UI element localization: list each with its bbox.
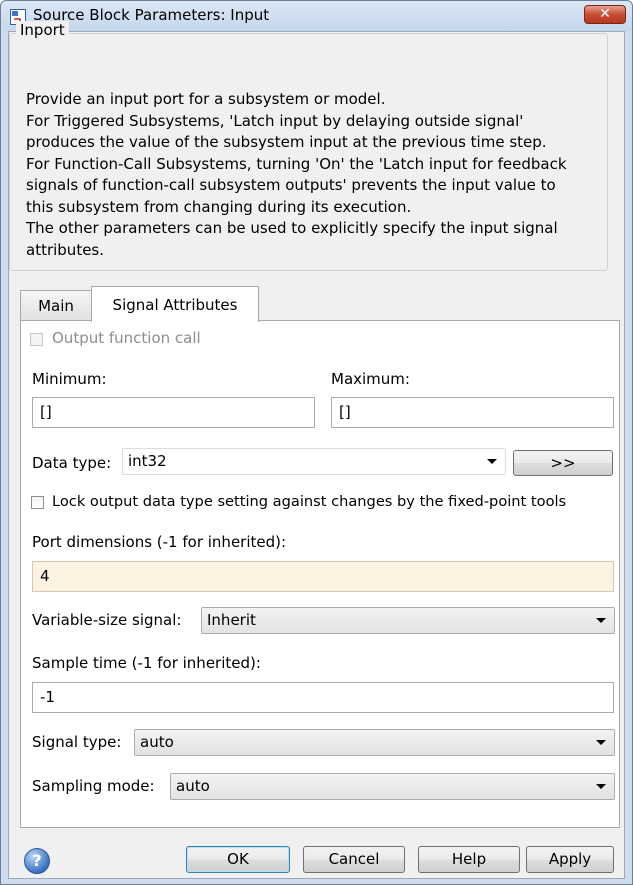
signal-type-dropdown[interactable]: auto (134, 729, 615, 756)
title-bar[interactable]: Source Block Parameters: Input ✕ (1, 1, 632, 31)
ok-button[interactable]: OK (186, 846, 290, 873)
output-function-call-checkbox[interactable] (30, 333, 43, 346)
data-type-dropdown[interactable]: int32 (122, 448, 506, 475)
variable-size-dropdown[interactable]: Inherit (201, 607, 615, 634)
output-function-call-label: Output function call (52, 329, 201, 347)
apply-button[interactable]: Apply (526, 846, 614, 873)
signal-type-value: auto (140, 733, 174, 751)
chevron-down-icon (596, 618, 606, 623)
data-type-label: Data type: (32, 454, 112, 472)
maximum-field[interactable]: [] (331, 397, 614, 428)
data-type-value: int32 (128, 452, 167, 470)
variable-size-label: Variable-size signal: (32, 611, 182, 629)
tab-signal-attributes[interactable]: Signal Attributes (91, 286, 259, 322)
minimum-label: Minimum: (32, 370, 107, 388)
port-dimensions-label: Port dimensions (-1 for inherited): (32, 533, 287, 551)
group-title: Inport (16, 21, 69, 39)
description-line: signals of function-call subsystem outpu… (26, 176, 556, 194)
port-dimensions-field[interactable]: 4 (32, 561, 614, 592)
chevron-down-icon (596, 740, 606, 745)
sampling-mode-value: auto (176, 777, 210, 795)
minimum-field[interactable]: [] (32, 397, 315, 428)
description-line: For Function-Call Subsystems, turning 'O… (26, 154, 567, 173)
close-button[interactable]: ✕ (584, 5, 626, 24)
description-line: For Triggered Subsystems, 'Latch input b… (26, 111, 524, 130)
close-icon: ✕ (599, 6, 611, 22)
chevron-down-icon (596, 784, 606, 789)
sample-time-label: Sample time (-1 for inherited): (32, 654, 261, 672)
maximum-label: Maximum: (331, 370, 410, 388)
description-line: this subsystem from changing during its … (26, 197, 412, 216)
lock-output-checkbox[interactable] (31, 496, 44, 509)
signal-type-label: Signal type: (32, 733, 122, 751)
description-line: Provide an input port for a subsystem or… (26, 90, 386, 108)
sampling-mode-dropdown[interactable]: auto (170, 773, 615, 800)
description-line: The other parameters can be used to expl… (26, 219, 558, 237)
sampling-mode-label: Sampling mode: (32, 777, 155, 795)
help-button[interactable]: Help (418, 846, 520, 873)
description-line: attributes. (26, 240, 105, 259)
chevron-down-icon (487, 459, 497, 464)
block-description: Provide an input port for a subsystem or… (26, 89, 611, 261)
description-line: produces the value of the subsystem inpu… (26, 133, 547, 151)
tab-main[interactable]: Main (20, 290, 92, 320)
cancel-button[interactable]: Cancel (303, 846, 405, 873)
variable-size-value: Inherit (207, 611, 256, 629)
sample-time-field[interactable]: -1 (32, 682, 614, 713)
data-type-assistant-button[interactable]: >> (513, 450, 613, 476)
help-icon[interactable]: ? (24, 848, 50, 874)
lock-output-label: Lock output data type setting against ch… (52, 493, 567, 510)
